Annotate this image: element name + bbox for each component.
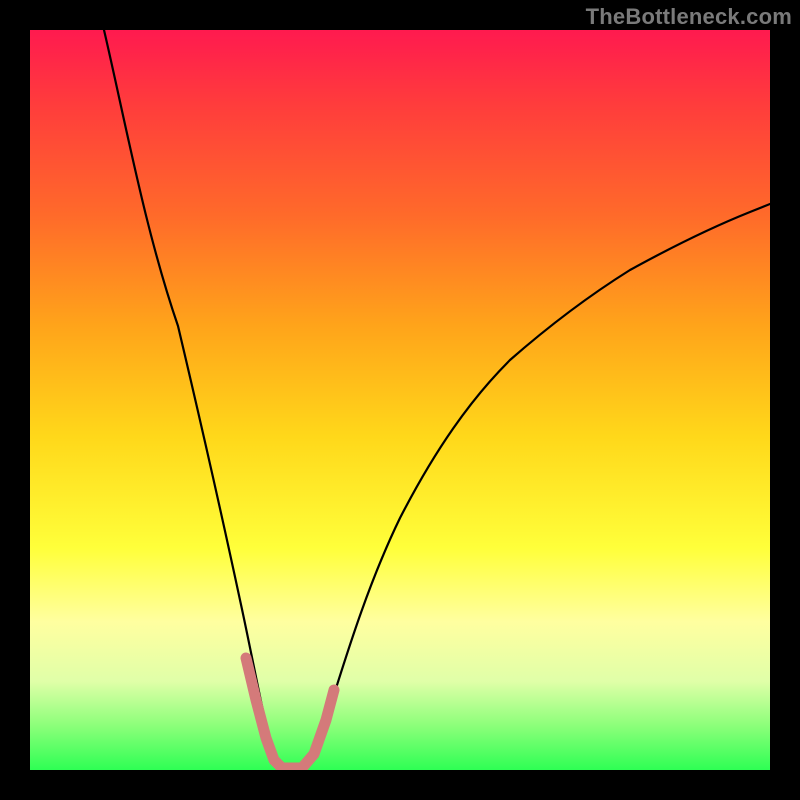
highlight-segment — [246, 658, 334, 768]
plot-area — [30, 30, 770, 770]
curve-layer — [30, 30, 770, 770]
watermark-text: TheBottleneck.com — [586, 4, 792, 30]
bottleneck-curve — [104, 30, 770, 768]
chart-frame: TheBottleneck.com — [0, 0, 800, 800]
